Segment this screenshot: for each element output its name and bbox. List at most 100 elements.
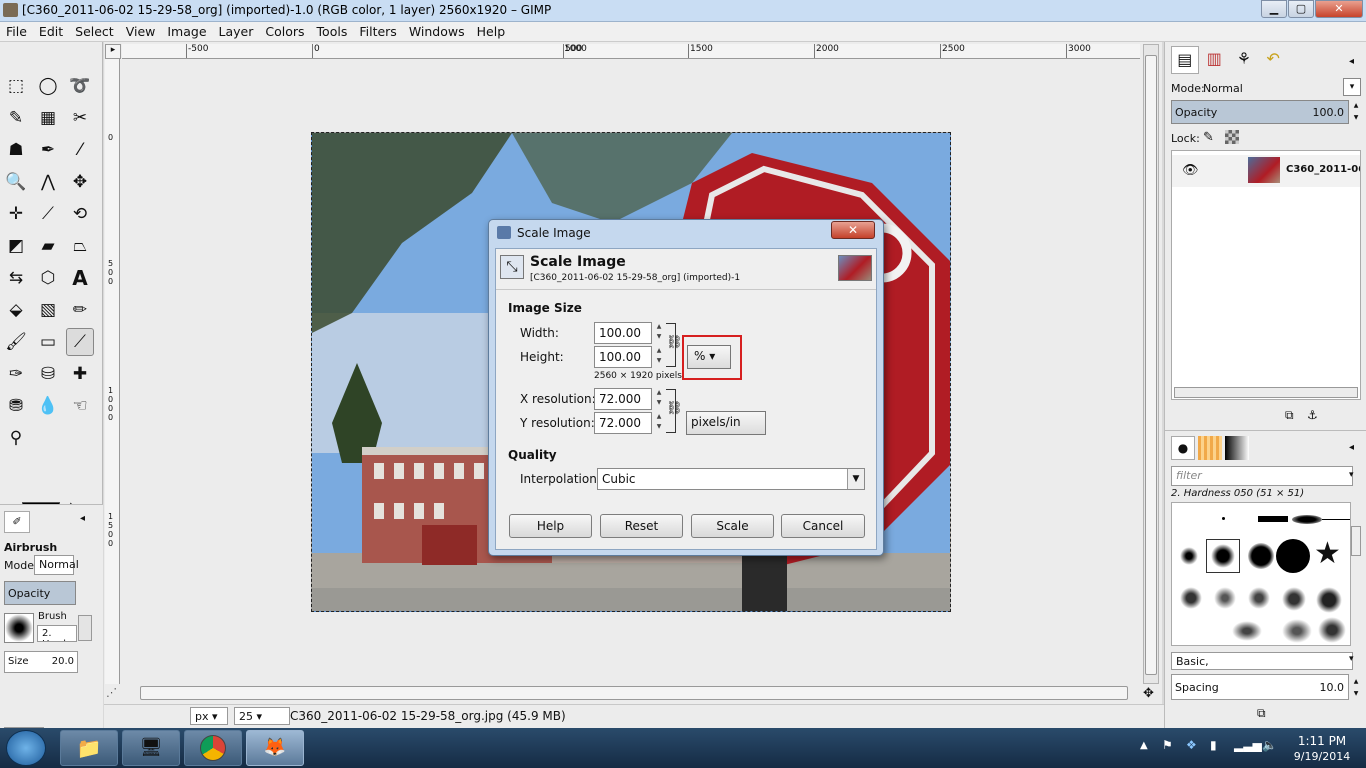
brush-grid-scrollbar[interactable]	[1351, 526, 1361, 556]
navigate-icon[interactable]: ✥	[1143, 686, 1154, 701]
bucket-fill-icon[interactable]: ⬙	[2, 296, 30, 324]
explorer-taskbar-icon[interactable]: 📁	[60, 730, 118, 766]
maximize-button[interactable]: ▢	[1288, 0, 1314, 18]
brush-item-selected[interactable]	[1206, 539, 1240, 573]
panel-menu-icon[interactable]: ◂	[1349, 442, 1354, 453]
brush-item[interactable]	[1282, 619, 1312, 643]
zoom-select[interactable]: 25 ▾	[234, 707, 290, 725]
size-unit-select[interactable]: % ▾	[687, 345, 731, 369]
move-icon[interactable]: ✥	[66, 168, 94, 196]
zoom-icon[interactable]: 🔍	[2, 168, 30, 196]
fuzzy-select-icon[interactable]: ✎	[2, 104, 30, 132]
size-slider[interactable]: Size 20.0	[4, 651, 78, 673]
close-button[interactable]: ✕	[1315, 0, 1363, 18]
lock-alpha-icon[interactable]	[1225, 130, 1239, 144]
paintbrush-icon[interactable]: 🖌	[2, 328, 30, 356]
brush-item[interactable]	[1322, 519, 1350, 520]
clock-date[interactable]: 9/19/2014	[1288, 750, 1356, 763]
resolution-unit-select[interactable]: pixels/in	[686, 411, 766, 435]
eraser-icon[interactable]: ▭	[34, 328, 62, 356]
opacity-slider[interactable]: Opacity	[4, 581, 76, 605]
measure-icon[interactable]: ⋀	[34, 168, 62, 196]
y-resolution-input[interactable]: 72.000	[594, 412, 652, 434]
tool-options-scrollbar[interactable]	[78, 615, 92, 641]
heal-icon[interactable]: ✚	[66, 360, 94, 388]
rect-select-icon[interactable]: ⬚	[2, 72, 30, 100]
brush-select[interactable]: 2. Hardn	[37, 625, 77, 642]
navigate-corner-icon[interactable]: ⋰	[106, 686, 122, 700]
canvas-vertical-scrollbar[interactable]	[1143, 44, 1159, 684]
clone-icon[interactable]: ⛁	[34, 360, 62, 388]
filter-dropdown-icon[interactable]: ▾	[1349, 470, 1354, 480]
tray-flag-icon[interactable]: ⚑	[1162, 738, 1173, 752]
brush-item[interactable]	[1180, 587, 1202, 609]
menu-tools[interactable]: Tools	[311, 22, 354, 39]
dialog-close-button[interactable]: ✕	[831, 221, 875, 239]
lasso-icon[interactable]: ➰	[66, 72, 94, 100]
foreground-select-icon[interactable]: ☗	[2, 136, 30, 164]
airbrush-icon[interactable]: ⟋	[66, 328, 94, 356]
menu-windows[interactable]: Windows	[403, 22, 471, 39]
layers-mode-dropdown[interactable]: ▾	[1343, 78, 1361, 96]
x-resolution-spinner[interactable]: ▲ ▼	[654, 388, 664, 410]
tray-battery-icon[interactable]: ▮	[1210, 738, 1217, 752]
brush-item[interactable]	[1214, 587, 1236, 609]
clock-time[interactable]: 1:11 PM	[1290, 734, 1354, 748]
chrome-taskbar-icon[interactable]	[184, 730, 242, 766]
cage-icon[interactable]: ⬡	[34, 264, 62, 292]
horizontal-ruler[interactable]: -500 0 500 1000 1500 2000 2500 3000	[122, 44, 1140, 59]
canvas-horizontal-scrollbar[interactable]	[140, 686, 1128, 700]
layer-row[interactable]: 👁 C360_2011-06-0	[1172, 155, 1360, 187]
smudge-icon[interactable]: ☜	[66, 392, 94, 420]
layers-opacity-slider[interactable]: Opacity 100.0	[1171, 100, 1349, 124]
open-brush-editor-icon[interactable]: ⧉	[1257, 706, 1266, 721]
ellipse-select-icon[interactable]: ◯	[34, 72, 62, 100]
spacing-spin[interactable]: ▲ ▼	[1351, 676, 1361, 700]
brush-preview[interactable]	[4, 613, 34, 643]
menu-select[interactable]: Select	[69, 22, 120, 39]
minimize-button[interactable]: ▁	[1261, 0, 1287, 18]
tray-volume-icon[interactable]: 🔈	[1262, 738, 1277, 752]
brush-item[interactable]	[1248, 543, 1274, 569]
y-resolution-spinner[interactable]: ▲ ▼	[654, 412, 664, 434]
blend-icon[interactable]: ▧	[34, 296, 62, 324]
tool-options-tab-icon[interactable]: ✐	[4, 511, 30, 533]
star-brush-icon[interactable]: ★	[1314, 537, 1341, 571]
unit-select[interactable]: px ▾	[190, 707, 228, 725]
scissors-icon[interactable]: ✂	[66, 104, 94, 132]
brush-preset-select[interactable]: Basic,	[1171, 652, 1353, 670]
scale-button[interactable]: Scale	[691, 514, 774, 538]
menu-view[interactable]: View	[120, 22, 162, 39]
scrollbar-thumb[interactable]	[1145, 55, 1157, 675]
menu-file[interactable]: File	[0, 22, 33, 39]
menu-layer[interactable]: Layer	[213, 22, 260, 39]
scale-icon[interactable]: ◩	[2, 232, 30, 260]
resolution-chain-icon[interactable]: ⛓	[666, 401, 683, 416]
anchor-layer-icon[interactable]: ⚓	[1307, 408, 1318, 422]
menu-filters[interactable]: Filters	[353, 22, 402, 39]
reset-button[interactable]: Reset	[600, 514, 683, 538]
computer-taskbar-icon[interactable]: 🖥	[122, 730, 180, 766]
preset-dropdown-icon[interactable]: ▾	[1349, 654, 1354, 664]
undo-tab-icon[interactable]: ↶	[1260, 46, 1287, 74]
width-spinner[interactable]: ▲ ▼	[654, 322, 664, 344]
interpolation-dropdown-icon[interactable]: ▼	[847, 469, 864, 489]
brush-item[interactable]	[1318, 617, 1346, 643]
chain-link-icon[interactable]: ⛓	[666, 335, 683, 350]
perspective-icon[interactable]: ⏢	[66, 232, 94, 260]
gimp-taskbar-icon[interactable]: 🦊	[246, 730, 304, 766]
tray-dropbox-icon[interactable]: ❖	[1186, 738, 1197, 752]
tray-network-icon[interactable]: ▂▃▅	[1234, 738, 1262, 752]
crop-icon[interactable]: ⟋	[34, 200, 62, 228]
ink-icon[interactable]: ✑	[2, 360, 30, 388]
brush-filter-input[interactable]: filter	[1171, 466, 1353, 486]
brush-item[interactable]	[1232, 621, 1262, 641]
color-picker-icon[interactable]: ⁄	[66, 136, 94, 164]
quick-mask-corner-icon[interactable]: ▸	[105, 44, 121, 59]
help-button[interactable]: Help	[509, 514, 592, 538]
spacing-slider[interactable]: Spacing 10.0	[1171, 674, 1349, 700]
cancel-button[interactable]: Cancel	[781, 514, 865, 538]
text-icon[interactable]: A	[66, 264, 94, 292]
brush-item[interactable]	[1180, 547, 1198, 565]
brush-item[interactable]	[1276, 539, 1310, 573]
